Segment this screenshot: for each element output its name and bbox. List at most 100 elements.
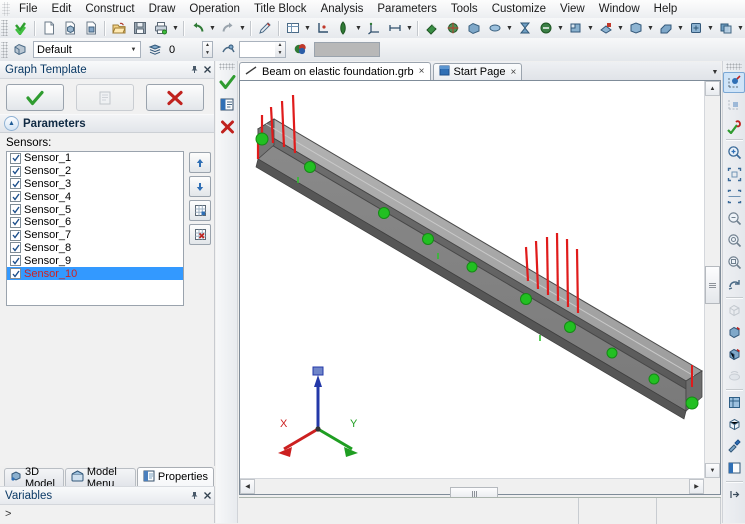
scroll-down-arrow[interactable]: ▼ — [705, 463, 720, 478]
line-weight-icon[interactable] — [218, 40, 239, 60]
sensor-checkbox[interactable] — [10, 242, 21, 253]
sensor-checkbox[interactable] — [10, 153, 21, 164]
viewport-right-toolbar-grip[interactable] — [726, 63, 742, 70]
new-fragment-icon[interactable] — [80, 18, 101, 38]
menu-item-window[interactable]: Window — [592, 1, 647, 17]
select-node-icon[interactable] — [723, 72, 745, 93]
stepper-up-arrow[interactable]: ▲ — [275, 42, 285, 50]
bottom-tab-properties[interactable]: Properties — [137, 467, 214, 486]
local-coordinate-icon[interactable] — [312, 18, 333, 38]
document-tab[interactable]: Beam on elastic foundation.grb× — [239, 62, 431, 80]
rotate-dropdown-arrow[interactable]: ▼ — [505, 19, 514, 37]
properties-toolbar-grip[interactable] — [1, 42, 8, 58]
close-icon[interactable]: × — [509, 67, 517, 78]
sensor-checkbox[interactable] — [10, 268, 21, 279]
redo-icon[interactable] — [217, 18, 238, 38]
menu-item-analysis[interactable]: Analysis — [314, 1, 371, 17]
menu-item-tools[interactable]: Tools — [444, 1, 485, 17]
edit-sketch-icon[interactable] — [254, 18, 275, 38]
sensor-checkbox[interactable] — [10, 230, 21, 241]
extrude-icon[interactable] — [463, 18, 484, 38]
rotate-body-icon[interactable] — [484, 18, 505, 38]
box-icon[interactable] — [685, 18, 706, 38]
menu-item-customize[interactable]: Customize — [485, 1, 553, 17]
vertical-scroll-thumb[interactable] — [705, 266, 720, 304]
new-3d-model-icon[interactable] — [59, 18, 80, 38]
sensor-list-item[interactable]: Sensor_10 — [7, 267, 183, 280]
mirror-dropdown-arrow[interactable]: ▼ — [646, 19, 655, 37]
preview-button[interactable] — [76, 84, 134, 111]
sensor-checkbox[interactable] — [10, 166, 21, 177]
dimension-icon[interactable] — [384, 18, 405, 38]
menu-item-edit[interactable]: Edit — [45, 1, 79, 17]
sheet-metal-dropdown-arrow[interactable]: ▼ — [616, 19, 625, 37]
layer-number-stepper[interactable]: ▲ ▼ — [202, 41, 213, 58]
attach-icon[interactable] — [421, 18, 442, 38]
shaded-view-icon[interactable] — [723, 322, 745, 343]
menu-bar-grip[interactable] — [2, 2, 10, 16]
menu-item-construct[interactable]: Construct — [78, 1, 141, 17]
close-icon[interactable]: × — [418, 66, 426, 77]
zoom-previous-icon[interactable] — [723, 208, 745, 229]
menu-item-draw[interactable]: Draw — [142, 1, 183, 17]
sensor-list-item[interactable]: Sensor_2 — [7, 165, 183, 178]
add-sensor-button[interactable] — [189, 200, 211, 221]
pipe-dropdown-arrow[interactable]: ▼ — [676, 19, 685, 37]
style-combobox[interactable]: Default ▼ — [33, 41, 141, 58]
viewport-canvas-3d[interactable]: X Y — [240, 81, 704, 478]
parameters-icon[interactable] — [216, 94, 238, 115]
bottom-tab-model-menu[interactable]: Model Menu — [65, 468, 136, 486]
menu-item-title-block[interactable]: Title Block — [247, 1, 314, 17]
viewport-vertical-scrollbar[interactable]: ▲ ▼ — [704, 81, 720, 478]
mirror-icon[interactable] — [625, 18, 646, 38]
perspective-icon[interactable] — [723, 414, 745, 435]
chevron-up-icon[interactable]: ▲ — [4, 116, 19, 131]
menu-item-file[interactable]: File — [12, 1, 45, 17]
color-picker-icon[interactable] — [290, 40, 311, 60]
stepper-up-arrow[interactable]: ▲ — [203, 42, 212, 50]
sensor-list-item[interactable]: Sensor_6 — [7, 216, 183, 229]
pin-icon[interactable] — [188, 488, 201, 503]
zoom-dynamic-icon[interactable] — [723, 230, 745, 251]
bottom-tab-3d-model[interactable]: 3D Model — [4, 468, 64, 486]
sensor-checkbox[interactable] — [10, 204, 21, 215]
close-icon[interactable] — [201, 488, 214, 503]
red-cross-icon[interactable] — [216, 116, 238, 137]
expand-toolbar-icon[interactable] — [723, 484, 745, 505]
ok-button[interactable] — [6, 84, 64, 111]
profile-dropdown-arrow[interactable]: ▼ — [354, 19, 363, 37]
rotate-view-icon[interactable] — [723, 274, 745, 295]
shell-dropdown-arrow[interactable]: ▼ — [556, 19, 565, 37]
sheet-metal-icon[interactable] — [595, 18, 616, 38]
green-check-icon[interactable] — [216, 72, 238, 93]
menu-item-operation[interactable]: Operation — [182, 1, 247, 17]
pin-icon[interactable] — [188, 62, 201, 77]
isometric-view-icon[interactable] — [723, 392, 745, 413]
close-icon[interactable] — [201, 62, 214, 77]
line-weight-stepper[interactable]: ▲ ▼ — [275, 41, 286, 58]
color-swatch[interactable] — [314, 42, 380, 57]
sensor-list-item[interactable]: Sensor_8 — [7, 242, 183, 255]
title-block-dropdown-arrow[interactable]: ▼ — [303, 19, 312, 37]
chevron-down-icon[interactable]: ▼ — [709, 64, 721, 80]
sensor-list-item[interactable]: Sensor_3 — [7, 178, 183, 191]
remove-sensor-button[interactable] — [189, 224, 211, 245]
layer-stack-icon[interactable] — [145, 40, 166, 60]
shaded-edges-icon[interactable] — [723, 344, 745, 365]
zoom-region-icon[interactable] — [723, 252, 745, 273]
sensor-checkbox[interactable] — [10, 178, 21, 189]
viewport-horizontal-scrollbar[interactable]: ◀ ▶ — [240, 478, 704, 494]
sensor-list-item[interactable]: Sensor_9 — [7, 254, 183, 267]
stepper-down-arrow[interactable]: ▼ — [203, 50, 212, 58]
layer-style-icon[interactable] — [10, 40, 31, 60]
document-tab[interactable]: Start Page× — [433, 63, 523, 80]
main-toolbar-grip[interactable] — [1, 20, 8, 36]
sensor-list-item[interactable]: Sensor_7 — [7, 229, 183, 242]
undo-icon[interactable] — [187, 18, 208, 38]
shell-icon[interactable] — [535, 18, 556, 38]
dimension-dropdown-arrow[interactable]: ▼ — [405, 19, 414, 37]
scroll-right-arrow[interactable]: ▶ — [689, 479, 704, 494]
line-weight-field[interactable] — [239, 41, 275, 58]
undo-dropdown-arrow[interactable]: ▼ — [208, 19, 217, 37]
variables-prompt[interactable]: > — [0, 505, 214, 520]
